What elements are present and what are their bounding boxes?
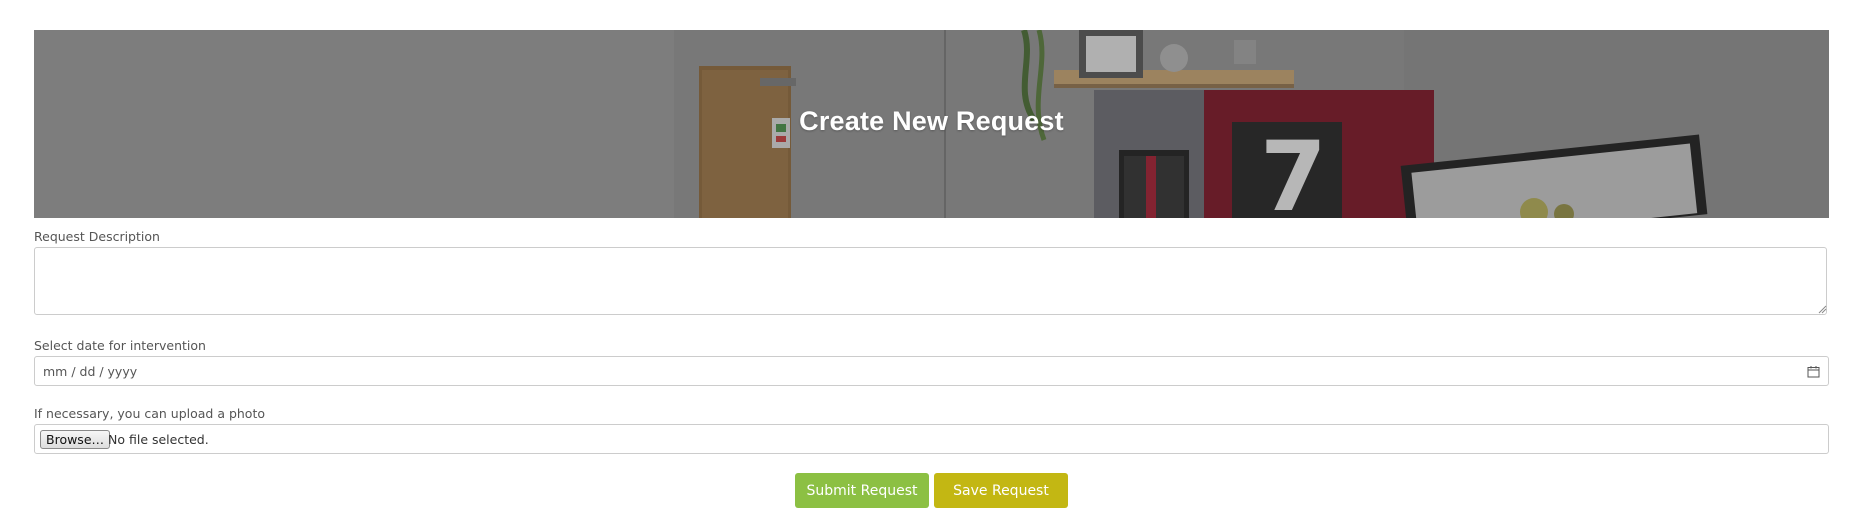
- resize-grip-icon[interactable]: [1818, 305, 1827, 314]
- photo-label: If necessary, you can upload a photo: [34, 406, 266, 421]
- request-page: 7 Create New Request Request Description…: [0, 0, 1855, 521]
- description-label: Request Description: [34, 229, 160, 244]
- description-textarea[interactable]: [34, 247, 1827, 315]
- save-request-button[interactable]: Save Request: [934, 473, 1068, 508]
- calendar-icon[interactable]: [1807, 365, 1820, 378]
- date-input[interactable]: mm / dd / yyyy: [34, 356, 1829, 386]
- file-status-text: No file selected.: [108, 432, 209, 447]
- photo-file-input[interactable]: Browse… No file selected.: [34, 424, 1829, 454]
- hero-banner: 7 Create New Request: [34, 30, 1829, 218]
- submit-request-button[interactable]: Submit Request: [795, 473, 929, 508]
- browse-button[interactable]: Browse…: [40, 430, 111, 449]
- page-title: Create New Request: [799, 106, 1064, 136]
- date-label: Select date for intervention: [34, 338, 206, 353]
- date-placeholder: mm / dd / yyyy: [43, 364, 138, 379]
